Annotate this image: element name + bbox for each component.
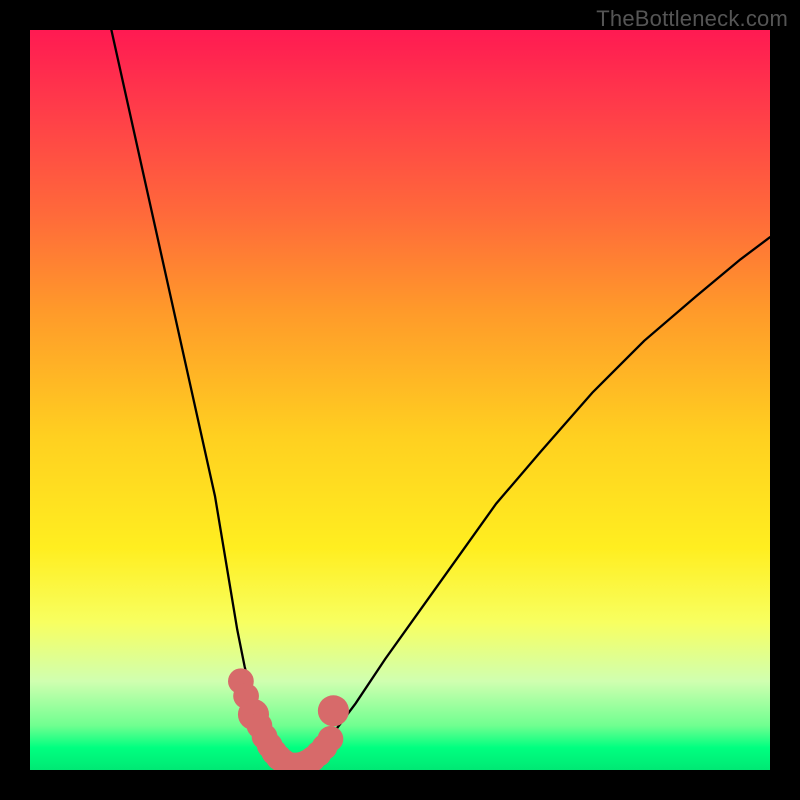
marker-group: [228, 668, 349, 770]
curve-left-curve: [111, 30, 289, 766]
red-dot: [318, 726, 344, 752]
curve-group: [111, 30, 770, 766]
red-dot: [318, 695, 349, 726]
plot-svg: [30, 30, 770, 770]
chart-frame: TheBottleneck.com: [0, 0, 800, 800]
curve-right-curve: [289, 237, 770, 766]
watermark-text: TheBottleneck.com: [596, 6, 788, 32]
